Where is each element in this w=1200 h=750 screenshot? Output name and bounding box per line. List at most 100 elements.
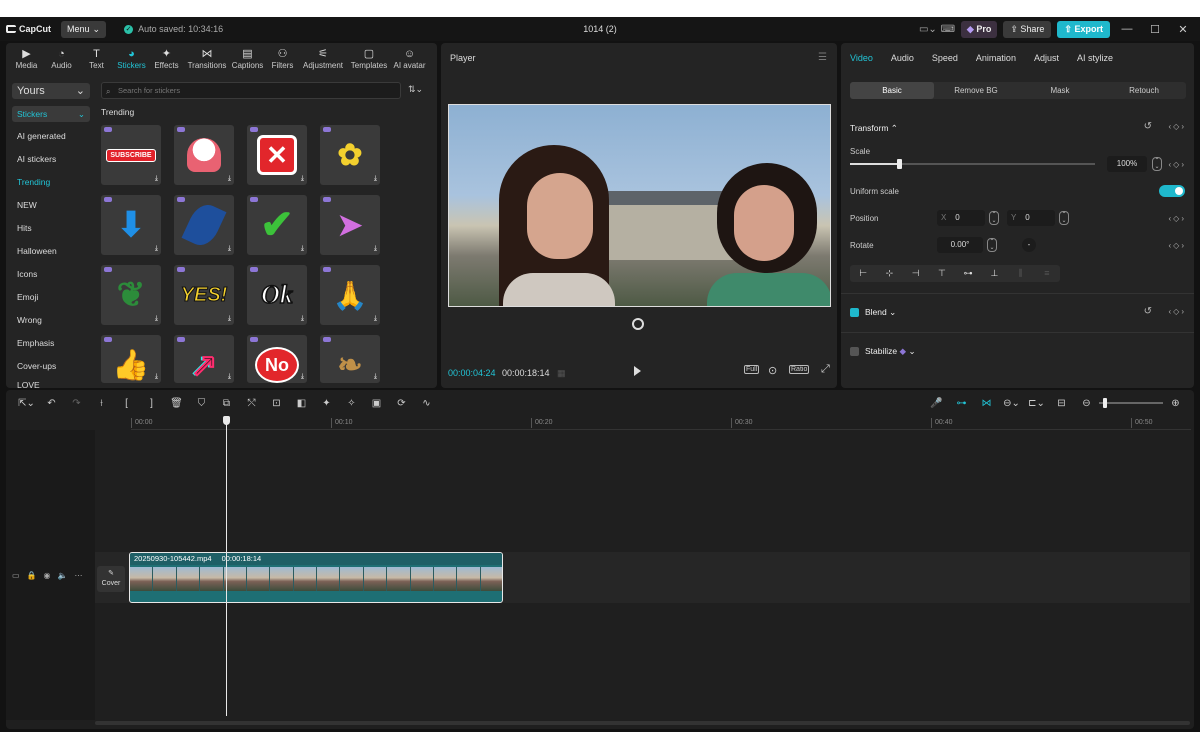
red-x-sticker[interactable]: ✕ ⤓ [247, 125, 307, 185]
download-icon[interactable]: ⤓ [301, 175, 304, 183]
blend-section[interactable]: Blend ⌄ [865, 307, 896, 318]
zoom-in-icon[interactable]: ⊕ [1163, 398, 1188, 409]
category-cover-ups[interactable]: Cover-ups [12, 355, 90, 378]
prop-tab-speed[interactable]: Speed [932, 53, 958, 63]
scale-value[interactable]: 100% [1107, 156, 1147, 172]
category-stickers[interactable]: Stickers ⌄ [12, 106, 90, 122]
minimize-icon[interactable]: — [1116, 23, 1138, 35]
scale-slider[interactable] [850, 159, 1095, 169]
category-love[interactable]: LOVE [12, 378, 90, 388]
crop-icon[interactable]: ⧉ [214, 398, 239, 409]
thumbs-up-sticker[interactable]: 👍 ⤓ [101, 335, 161, 383]
yellow-rose-sticker[interactable]: ✿ ⤓ [320, 125, 380, 185]
rotate-stepper[interactable]: ⌃ ⌄ [987, 238, 997, 252]
playhead-handle[interactable] [223, 416, 230, 425]
mirror-icon[interactable]: ◧ [289, 398, 314, 409]
position-x-field[interactable]: X 0 [937, 210, 985, 226]
category-ai-stickers[interactable]: AI stickers [12, 148, 90, 171]
align-top-icon[interactable]: ⊤ [929, 265, 955, 282]
rotate-field[interactable]: 0.00° [937, 237, 983, 253]
audio-wave-icon[interactable]: ∿ [414, 398, 439, 409]
tiktok-arrow-sticker[interactable]: ↗ ⤓ [174, 335, 234, 383]
select-tool-icon[interactable]: ⇱⌄ [14, 398, 39, 409]
position-y-field[interactable]: Y 0 [1007, 210, 1055, 226]
download-icon[interactable]: ⤓ [374, 245, 377, 253]
monstera-plant-sticker[interactable]: ❦ ⤓ [101, 265, 161, 325]
distribute-h-icon[interactable]: ⫼ [1008, 265, 1034, 282]
lock-icon[interactable]: 🔒 [27, 571, 37, 580]
focus-icon[interactable]: ⊙ [768, 364, 777, 377]
tab-effects[interactable]: ✦ Effects [149, 43, 184, 73]
align-center-v-icon[interactable]: ⊶ [955, 265, 981, 282]
praying-hands-sticker[interactable]: 🙏 ⤓ [320, 265, 380, 325]
download-icon[interactable]: ⤓ [374, 373, 377, 381]
ok-text-sticker[interactable]: Ok ⤓ [247, 265, 307, 325]
play-icon[interactable] [634, 366, 641, 376]
captions-icon[interactable]: ▣ [364, 398, 389, 409]
auto-reframe-icon[interactable]: ✦ [314, 398, 339, 409]
link-icon[interactable]: ⊖⌄ [999, 398, 1024, 409]
sticker-search-input[interactable]: ⌕ Search for stickers [101, 82, 401, 99]
category-wrong[interactable]: Wrong [12, 309, 90, 332]
category-ai-generated[interactable]: AI generated [12, 125, 90, 148]
category-halloween[interactable]: Halloween [12, 240, 90, 263]
redo-icon[interactable]: ↷ [64, 398, 89, 409]
tab-ai-avatar[interactable]: ☺ AI avatar [392, 43, 427, 73]
tab-adjustment[interactable]: ⚟ Adjustment [300, 43, 346, 73]
tab-transitions[interactable]: ⋈ Transitions [184, 43, 230, 73]
keyframe-icon[interactable]: ‹◇› [1169, 160, 1186, 169]
blue-arrow-down-sticker[interactable]: ⬇ ⤓ [101, 195, 161, 255]
stabilize-checkbox[interactable] [850, 347, 859, 356]
subscribe-sticker[interactable]: SUBSCRIBE ⤓ [101, 125, 161, 185]
keyframe-icon[interactable]: ‹◇› [1169, 307, 1186, 316]
split-icon[interactable]: ⟊ [89, 398, 114, 409]
playhead[interactable] [226, 416, 227, 716]
download-icon[interactable]: ⤓ [228, 245, 231, 253]
keyboard-icon[interactable]: ⌨ [941, 23, 955, 35]
align-center-h-icon[interactable]: ⊹ [876, 265, 902, 282]
download-icon[interactable]: ⤓ [155, 315, 158, 323]
prop-tab-adjust[interactable]: Adjust [1034, 53, 1059, 63]
uniform-scale-toggle[interactable] [1159, 185, 1185, 197]
close-icon[interactable]: ✕ [1172, 23, 1194, 36]
reset-icon[interactable]: ↺ [1144, 121, 1152, 132]
tab-text[interactable]: T Text [79, 43, 114, 73]
category-icons[interactable]: Icons [12, 263, 90, 286]
paper-plane-sticker[interactable]: ➤ ⤓ [320, 195, 380, 255]
category-emphasis[interactable]: Emphasis [12, 332, 90, 355]
blue-leaf-sticker[interactable]: ⤓ [174, 195, 234, 255]
no-bubble-sticker[interactable]: No ⤓ [247, 335, 307, 383]
magic-icon[interactable]: ✧ [339, 398, 364, 409]
reset-icon[interactable]: ↺ [1144, 306, 1152, 317]
split-right-icon[interactable]: ] [139, 398, 164, 409]
cover-button[interactable]: ✎ Cover [97, 566, 125, 592]
scale-stepper[interactable]: ⌃ ⌄ [1152, 157, 1162, 171]
position-x-stepper[interactable]: ⌃ ⌄ [989, 211, 999, 225]
download-icon[interactable]: ⤓ [228, 175, 231, 183]
subtab-retouch[interactable]: Retouch [1102, 82, 1186, 99]
download-icon[interactable]: ⤓ [155, 373, 158, 381]
main-track-magnet-icon[interactable]: ⊶ [949, 398, 974, 409]
download-icon[interactable]: ⤓ [374, 175, 377, 183]
track-preview-icon[interactable]: ▭ [12, 571, 20, 580]
fit-icon[interactable]: ⊟ [1049, 398, 1074, 409]
pro-button[interactable]: ◆ Pro [960, 20, 998, 38]
video-preview[interactable] [448, 104, 831, 307]
split-left-icon[interactable]: [ [114, 398, 139, 409]
share-button[interactable]: ⇪ Share [1003, 20, 1052, 38]
more-icon[interactable]: ⋯ [74, 571, 82, 580]
download-icon[interactable]: ⤓ [301, 245, 304, 253]
transform-section[interactable]: Transform ⌃ [850, 123, 898, 134]
subtab-mask[interactable]: Mask [1018, 82, 1102, 99]
download-icon[interactable]: ⤓ [155, 175, 158, 183]
volume-icon[interactable]: 🔈 [58, 571, 68, 580]
download-icon[interactable]: ⤓ [374, 315, 377, 323]
keyframe-icon[interactable]: ‹◇› [1169, 241, 1186, 250]
freeze-icon[interactable]: ⊡ [264, 398, 289, 409]
eye-icon[interactable]: ◉ [44, 571, 51, 580]
speed-ramp-icon[interactable]: ⤲ [239, 398, 264, 409]
replace-icon[interactable]: ⟳ [389, 398, 414, 409]
delete-icon[interactable]: 🗑 [164, 398, 189, 409]
maximize-icon[interactable]: ☐ [1144, 23, 1166, 36]
hamburger-icon[interactable]: ☰ [818, 52, 827, 63]
